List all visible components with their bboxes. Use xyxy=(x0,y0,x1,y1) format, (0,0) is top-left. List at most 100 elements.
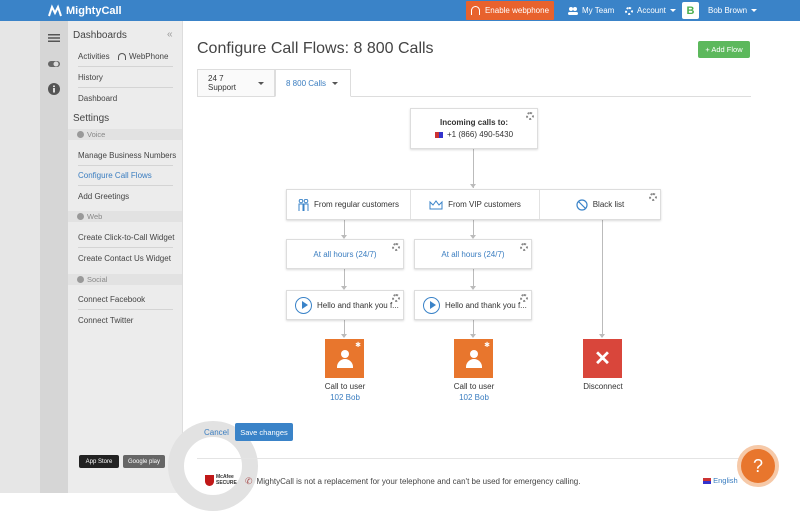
schedule-node[interactable]: At all hours (24/7) xyxy=(286,239,404,269)
web-section-label: Web xyxy=(87,212,103,221)
play-icon[interactable] xyxy=(295,296,312,314)
my-team-link[interactable]: My Team xyxy=(568,0,614,21)
schedule-label: At all hours (24/7) xyxy=(313,249,377,259)
mightycall-logo-icon xyxy=(48,3,62,16)
group-label: From regular customers xyxy=(314,200,399,209)
incoming-calls-node[interactable]: Incoming calls to: +1 (866) 490-5430 xyxy=(410,108,538,149)
sidebar-item-contact-widget[interactable]: Create Contact Us Widget xyxy=(78,254,171,263)
crown-icon xyxy=(429,199,443,209)
enable-webphone-button[interactable]: Enable webphone xyxy=(466,1,554,20)
add-flow-button[interactable]: + Add Flow xyxy=(698,41,750,58)
enable-webphone-label: Enable webphone xyxy=(484,6,550,15)
tab-24-7-support[interactable]: 24 7 Support xyxy=(197,69,275,97)
globe-icon xyxy=(77,213,84,220)
left-margin xyxy=(0,21,40,493)
headset-icon xyxy=(470,6,480,15)
connector-line xyxy=(473,149,474,188)
snowflake-icon: ✱ xyxy=(355,342,361,349)
gear-icon[interactable] xyxy=(526,112,534,120)
brand-logo[interactable]: MightyCall xyxy=(48,3,122,18)
divider xyxy=(78,66,173,67)
gear-icon[interactable] xyxy=(392,243,400,251)
help-button[interactable]: ? xyxy=(737,445,779,487)
sidebar-item-manage-numbers[interactable]: Manage Business Numbers xyxy=(78,151,176,160)
sidebar-item-history[interactable]: History xyxy=(78,73,103,82)
collapse-sidebar-icon[interactable]: « xyxy=(167,29,173,40)
group-regular-customers[interactable]: From regular customers xyxy=(287,190,411,219)
save-changes-button[interactable]: Save changes xyxy=(235,423,293,441)
gear-icon[interactable] xyxy=(649,193,657,201)
divider xyxy=(78,309,173,310)
schedule-node[interactable]: At all hours (24/7) xyxy=(414,239,532,269)
sidebar-item-connect-facebook[interactable]: Connect Facebook xyxy=(78,295,145,304)
incoming-calls-title: Incoming calls to: xyxy=(439,118,508,127)
gear-icon xyxy=(625,6,633,15)
user-menu[interactable]: Bob Brown xyxy=(708,0,758,21)
voice-section: Voice xyxy=(68,129,182,140)
dashboards-heading: Dashboards xyxy=(73,30,127,41)
people-icon xyxy=(298,198,309,211)
sidebar-item-dashboard[interactable]: Dashboard xyxy=(78,94,117,103)
gear-icon[interactable] xyxy=(520,243,528,251)
voice-icon xyxy=(77,131,84,138)
snowflake-icon: ✱ xyxy=(484,342,490,349)
group-black-list[interactable]: Black list xyxy=(540,190,660,219)
sidebar-item-click-to-call[interactable]: Create Click-to-Call Widget xyxy=(78,233,174,242)
flag-icon xyxy=(434,131,443,138)
arrow-down-icon xyxy=(599,334,605,338)
action-label: Call to user xyxy=(453,382,495,391)
voice-section-label: Voice xyxy=(87,130,106,139)
sidebar-item-webphone[interactable]: WebPhone xyxy=(118,52,168,61)
brand-name: MightyCall xyxy=(66,4,122,17)
gear-icon[interactable] xyxy=(520,294,528,302)
account-menu[interactable]: Account xyxy=(625,0,676,21)
arrow-down-icon xyxy=(470,334,476,338)
action-sub-label[interactable]: 102 Bob xyxy=(439,393,509,402)
arrow-down-icon xyxy=(470,184,476,188)
team-icon xyxy=(568,6,578,15)
web-section: Web xyxy=(68,211,182,222)
disconnect-action[interactable]: ✕ xyxy=(583,339,622,378)
sidebar-item-configure-flows[interactable]: Configure Call Flows xyxy=(78,171,152,180)
call-to-user-action[interactable]: ✱ xyxy=(454,339,493,378)
greeting-node[interactable]: Hello and thank you f... xyxy=(414,290,532,320)
footer-disclaimer: ✆ MightyCall is not a replacement for yo… xyxy=(245,476,580,487)
group-vip-customers[interactable]: From VIP customers xyxy=(411,190,540,219)
connector-line xyxy=(602,220,603,337)
menu-icon[interactable] xyxy=(48,32,60,44)
tab-8-800-calls[interactable]: 8 800 Calls xyxy=(275,69,351,97)
gear-icon[interactable] xyxy=(392,294,400,302)
sidebar-item-connect-twitter[interactable]: Connect Twitter xyxy=(78,316,133,325)
divider xyxy=(78,87,173,88)
chevron-down-icon xyxy=(751,9,758,12)
language-selector[interactable]: English xyxy=(703,476,738,485)
twitter-icon xyxy=(77,276,84,283)
sidebar-item-add-greetings[interactable]: Add Greetings xyxy=(78,192,129,201)
chevron-down-icon xyxy=(258,81,264,85)
sidebar: Dashboards « Activities WebPhone History… xyxy=(68,21,258,511)
incoming-number: +1 (866) 490-5430 xyxy=(446,130,514,139)
greeting-label: Hello and thank you f... xyxy=(317,300,399,310)
action-sub-label[interactable]: 102 Bob xyxy=(310,393,380,402)
disclaimer-text: MightyCall is not a replacement for your… xyxy=(256,477,581,486)
greeting-node[interactable]: Hello and thank you f... xyxy=(286,290,404,320)
group-label: From VIP customers xyxy=(448,200,521,209)
app-store-badge[interactable]: App Store xyxy=(79,455,119,468)
action-label: Disconnect xyxy=(583,382,623,391)
toggle-icon[interactable] xyxy=(48,58,60,70)
my-team-label: My Team xyxy=(582,6,615,15)
business-badge[interactable]: B xyxy=(682,2,699,19)
phone-icon: ✆ xyxy=(245,476,253,486)
close-icon: ✕ xyxy=(594,348,611,370)
action-label: Call to user xyxy=(324,382,366,391)
divider xyxy=(78,185,173,186)
call-to-user-action[interactable]: ✱ xyxy=(325,339,364,378)
caller-groups-row: From regular customers From VIP customer… xyxy=(286,189,661,220)
info-icon[interactable] xyxy=(48,83,60,95)
cancel-link[interactable]: Cancel xyxy=(204,428,229,437)
sidebar-item-activities[interactable]: Activities xyxy=(78,52,110,61)
mcafee-badge[interactable]: McAfee SECURE xyxy=(205,473,238,487)
mcafee-label: McAfee SECURE xyxy=(216,474,237,486)
play-icon[interactable] xyxy=(423,296,440,314)
google-play-badge[interactable]: Google play xyxy=(123,455,165,468)
